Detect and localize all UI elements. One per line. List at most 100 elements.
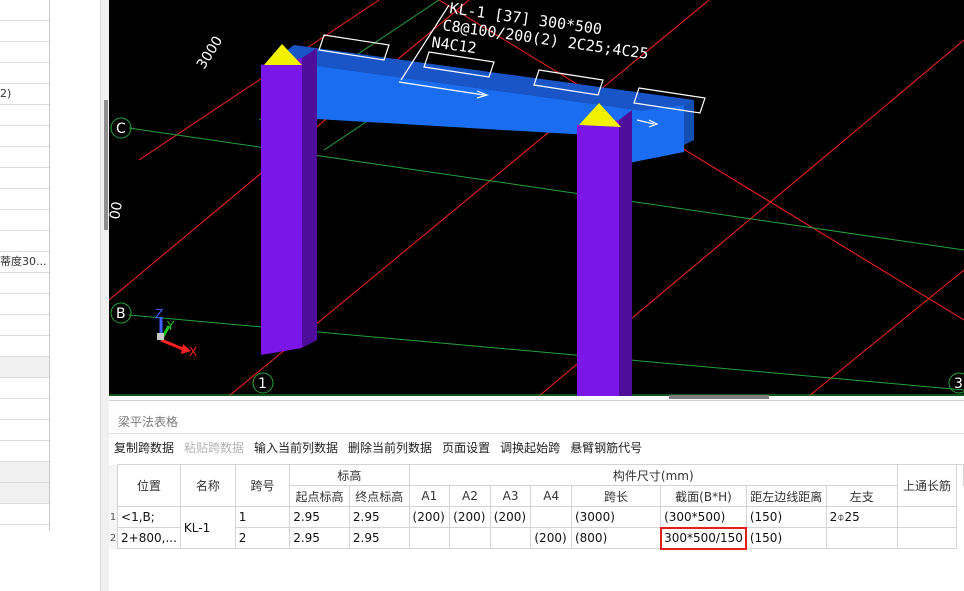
property-row[interactable] (0, 0, 49, 21)
cell-a4[interactable]: (200) (530, 527, 572, 549)
property-row[interactable] (0, 399, 49, 420)
header-top-long-rebar[interactable]: 上通长筋 (896, 464, 958, 507)
property-row[interactable] (0, 63, 49, 84)
cell-offset[interactable]: (150) (745, 506, 827, 528)
cell-span-no[interactable]: 2 (234, 527, 291, 549)
cell-span-length[interactable]: (800) (570, 527, 662, 549)
property-row[interactable] (0, 420, 49, 441)
pane-title: 梁平法表格 (109, 410, 964, 434)
grid-axis-3-label: 3 (954, 376, 963, 392)
property-row[interactable] (0, 147, 49, 168)
cell-a3[interactable] (489, 527, 532, 549)
property-row[interactable] (0, 231, 49, 252)
property-panel[interactable]: 2) 蒂度30... (0, 0, 50, 531)
property-row[interactable] (0, 42, 49, 63)
beam-grid[interactable]: 位置 名称 跨号 标高 构件尺寸(mm) 上通长筋 起点标高 终点标高 A1 A… (109, 464, 964, 591)
cell-start-elevation[interactable]: 2.95 (289, 527, 350, 549)
header-position[interactable]: 位置 (117, 464, 181, 507)
axis-y-label: Y (166, 319, 175, 333)
axis-x-label: X (189, 345, 197, 359)
property-row[interactable] (0, 273, 49, 294)
property-row[interactable] (0, 378, 49, 399)
table-row[interactable]: 1 <1,B; KL-1 1 2.95 2.95 (200) (200) (20… (109, 506, 964, 549)
cell-section-highlighted[interactable]: 300*500/150 (659, 526, 748, 550)
column-left[interactable] (261, 44, 317, 355)
header-left-support[interactable]: 左支 (825, 485, 898, 507)
header-a4[interactable]: A4 (530, 485, 572, 507)
cell-a4[interactable] (530, 506, 572, 528)
cell-position[interactable]: <1,B; (117, 506, 181, 528)
app-window: 2) 蒂度30... C B 1 3 3000 00 KL-1 [37] 300… (0, 0, 964, 591)
property-row[interactable] (0, 189, 49, 210)
property-row[interactable] (0, 483, 49, 504)
row-number: 1 (109, 506, 118, 528)
cell-a3[interactable]: (200) (489, 506, 532, 528)
property-row[interactable]: 蒂度30... (0, 252, 49, 273)
header-span-length[interactable]: 跨长 (570, 485, 662, 507)
table-row[interactable]: 2 2+800,... 2 2.95 2.95 (200) (800) 300*… (109, 526, 964, 550)
property-row[interactable] (0, 21, 49, 42)
cell-end-elevation[interactable]: 2.95 (348, 506, 410, 528)
paste-span-button[interactable]: 粘贴跨数据 (179, 436, 249, 460)
cell-left-support[interactable] (896, 527, 958, 549)
cell-end-elevation[interactable]: 2.95 (348, 527, 410, 549)
cell-span-length[interactable]: (3000) (570, 506, 662, 528)
grid-axis-c-label: C (116, 121, 126, 137)
splitter-grip[interactable] (104, 100, 108, 230)
header-offset[interactable]: 距左边线距离 (745, 485, 827, 507)
property-row[interactable] (0, 462, 49, 483)
property-row[interactable] (0, 357, 49, 378)
property-row[interactable] (0, 294, 49, 315)
copy-span-button[interactable]: 复制跨数据 (109, 436, 179, 460)
header-a1[interactable]: A1 (408, 485, 451, 507)
column-right[interactable] (577, 103, 632, 396)
cell-a1[interactable] (408, 527, 451, 549)
header-start-elevation[interactable]: 起点标高 (289, 485, 350, 507)
property-row[interactable] (0, 441, 49, 462)
header-section[interactable]: 截面(B*H) (660, 485, 747, 507)
beam-table-pane: 梁平法表格 复制跨数据 粘贴跨数据 输入当前列数据 删除当前列数据 页面设置 调… (109, 400, 964, 591)
horizontal-scrollbar-thumb[interactable] (669, 395, 769, 399)
cell-position[interactable]: 2+800,... (117, 527, 181, 549)
header-name[interactable]: 名称 (179, 464, 236, 507)
dimension-left-label: 00 (109, 200, 126, 220)
delete-column-button[interactable]: 删除当前列数据 (343, 436, 437, 460)
property-row[interactable] (0, 210, 49, 231)
cell-a2[interactable] (449, 527, 491, 549)
panel-splitter[interactable] (100, 0, 109, 591)
cell-left-support[interactable] (896, 506, 958, 528)
cell-a2[interactable]: (200) (449, 506, 491, 528)
property-row[interactable] (0, 105, 49, 126)
cell-top-long-rebar[interactable] (825, 527, 898, 549)
cell-span-no[interactable]: 1 (234, 506, 291, 528)
3d-viewport[interactable]: C B 1 3 3000 00 KL-1 [37] 300*500 C8@100… (109, 0, 964, 396)
header-span-no[interactable]: 跨号 (234, 464, 291, 507)
property-row[interactable] (0, 336, 49, 357)
cell-name[interactable]: KL-1 (179, 506, 236, 549)
cell-top-long-rebar[interactable]: 2⌽25 (825, 506, 898, 528)
grid-axis-1-label: 1 (258, 376, 267, 392)
cell-section[interactable]: (300*500) (660, 506, 747, 528)
header-dimensions[interactable]: 构件尺寸(mm) (408, 464, 898, 486)
cantilever-code-button[interactable]: 悬臂钢筋代号 (565, 436, 647, 460)
table-toolbar: 复制跨数据 粘贴跨数据 输入当前列数据 删除当前列数据 页面设置 调换起始跨 悬… (109, 436, 647, 460)
cell-start-elevation[interactable]: 2.95 (289, 506, 350, 528)
dimension-3000-label: 3000 (194, 33, 226, 72)
swap-span-button[interactable]: 调换起始跨 (495, 436, 565, 460)
header-end-elevation[interactable]: 终点标高 (348, 485, 410, 507)
property-row[interactable] (0, 504, 49, 525)
beam-annotation: KL-1 [37] 300*500 C8@100/200(2) 2C25;4C2… (430, 0, 649, 63)
coordinate-axes-icon: Z Y X (155, 307, 197, 359)
page-setup-button[interactable]: 页面设置 (437, 436, 495, 460)
property-row[interactable] (0, 126, 49, 147)
header-a2[interactable]: A2 (449, 485, 491, 507)
property-row[interactable] (0, 168, 49, 189)
input-column-button[interactable]: 输入当前列数据 (249, 436, 343, 460)
cell-offset[interactable]: (150) (745, 527, 827, 549)
viewport-canvas[interactable]: C B 1 3 3000 00 KL-1 [37] 300*500 C8@100… (109, 0, 964, 396)
header-elevation[interactable]: 标高 (289, 464, 410, 486)
property-row[interactable] (0, 315, 49, 336)
cell-a1[interactable]: (200) (408, 506, 451, 528)
property-row[interactable]: 2) (0, 84, 49, 105)
header-a3[interactable]: A3 (489, 485, 532, 507)
